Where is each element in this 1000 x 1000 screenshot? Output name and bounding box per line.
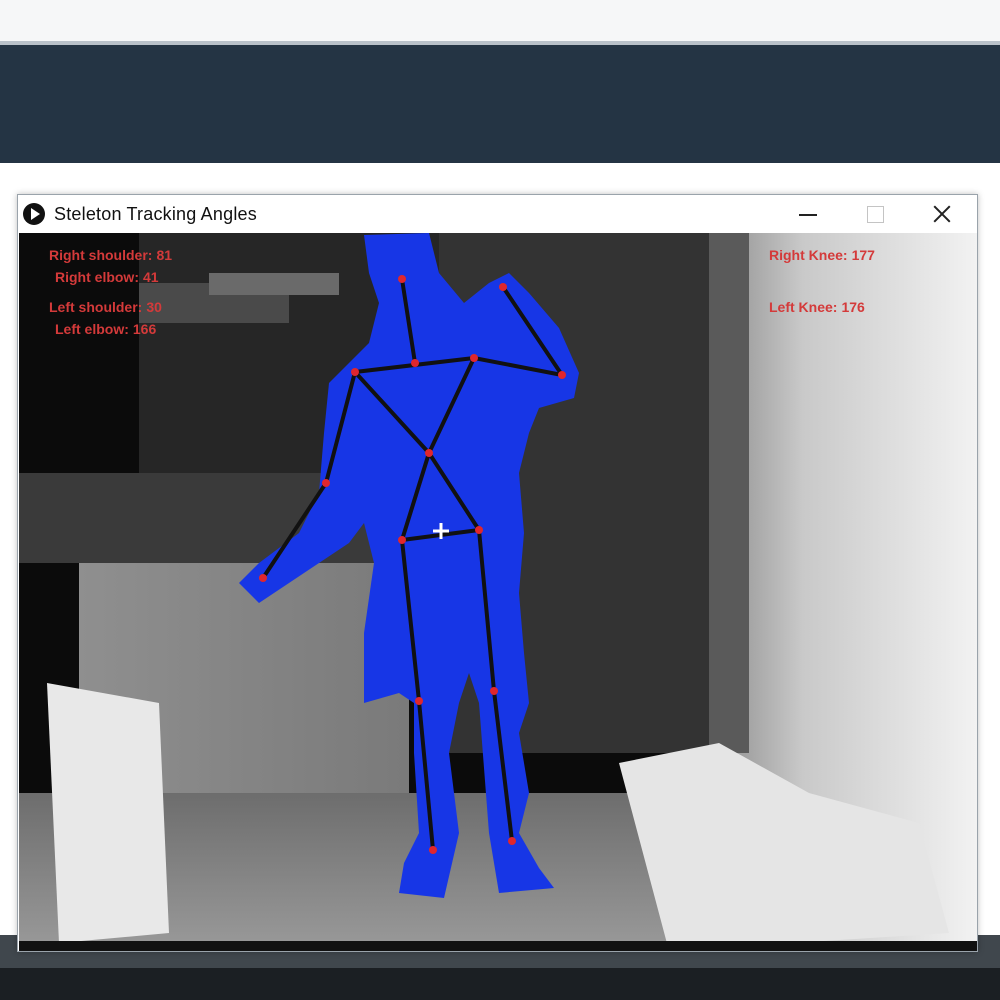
joint-left-elbow	[322, 479, 330, 487]
left-knee-value: 176	[841, 299, 865, 315]
right-elbow-label: Right elbow:	[55, 269, 139, 285]
joint-torso	[425, 449, 433, 457]
joint-left-knee	[415, 697, 423, 705]
left-knee-label: Left Knee:	[769, 299, 838, 315]
depth-image	[19, 233, 977, 951]
right-knee-value: 177	[851, 247, 875, 263]
right-shoulder-label: Right shoulder:	[49, 247, 153, 263]
joint-left-shoulder	[351, 368, 359, 376]
right-shoulder-angle: Right shoulder: 81	[49, 247, 172, 263]
joint-right-hip	[475, 526, 483, 534]
depth-camera-view: Right shoulder: 81 Right elbow: 41 Left sh…	[19, 233, 977, 951]
joint-right-foot	[508, 837, 516, 845]
right-elbow-value: 41	[143, 269, 159, 285]
bottom-edge	[19, 941, 977, 951]
window-title: Steleton Tracking Angles	[54, 204, 257, 224]
right-knee-angle: Right Knee: 177	[769, 247, 875, 263]
joint-right-knee	[490, 687, 498, 695]
maximize-button[interactable]	[853, 197, 897, 231]
page-header-band	[0, 45, 1000, 163]
close-button[interactable]	[920, 197, 964, 231]
shelf-highlight	[209, 273, 339, 295]
door-frame	[709, 233, 749, 753]
left-elbow-label: Left elbow:	[55, 321, 129, 337]
left-elbow-value: 166	[132, 321, 157, 337]
joint-neck	[411, 359, 419, 367]
joint-right-elbow	[558, 371, 566, 379]
window-titlebar[interactable]: Steleton Tracking Angles	[18, 195, 977, 233]
left-shoulder-angle: Left shoulder: 30	[49, 299, 162, 315]
joint-right-hand	[499, 283, 507, 291]
joint-right-shoulder	[470, 354, 478, 362]
left-elbow-angle: Left elbow: 166	[55, 321, 156, 337]
chair-left	[47, 683, 169, 943]
joint-left-foot	[429, 846, 437, 854]
joint-left-hand	[259, 574, 267, 582]
left-knee-angle: Left Knee: 176	[769, 299, 865, 315]
right-shoulder-value: 81	[156, 247, 173, 263]
taskbar-bottom-strip	[0, 968, 1000, 1000]
left-shoulder-value: 30	[146, 299, 162, 315]
minimize-button[interactable]	[786, 197, 830, 231]
browser-top-strip	[0, 0, 1000, 44]
processing-play-icon	[23, 203, 45, 225]
left-shoulder-label: Left shoulder:	[49, 299, 143, 315]
joint-left-hip	[398, 536, 406, 544]
joint-head	[398, 275, 406, 283]
right-elbow-angle: Right elbow: 41	[55, 269, 159, 285]
right-knee-label: Right Knee:	[769, 247, 848, 263]
skeleton-tracking-window: Steleton Tracking Angles Right shoulder:…	[17, 194, 978, 952]
